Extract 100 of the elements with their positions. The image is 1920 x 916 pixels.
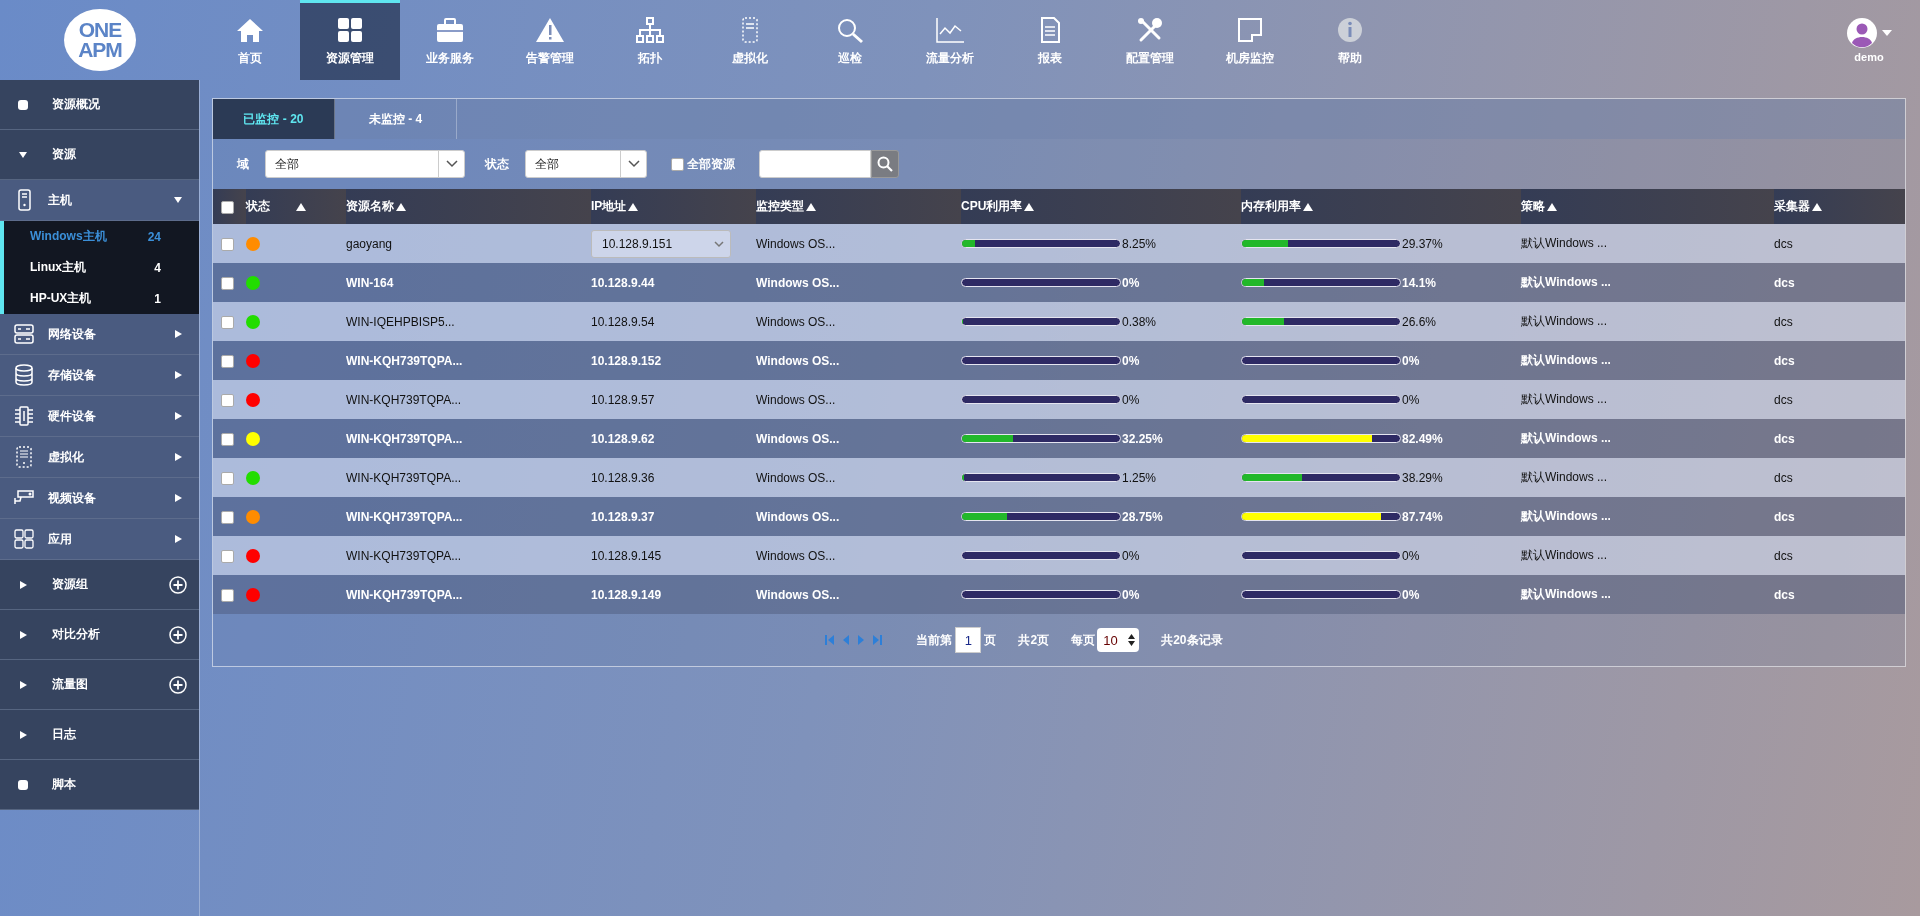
column-header[interactable]: CPU利用率 [961,198,1023,215]
sidebar-subitem[interactable]: HP-UX主机 1 [0,283,199,314]
sort-icon[interactable] [396,202,406,211]
percent-text: 28.75% [1122,509,1163,524]
line-chart-icon [935,16,965,44]
page-size-select[interactable]: 10 [1097,628,1140,652]
table-cell: dcs [1774,275,1795,290]
search-icon [877,156,893,172]
column-header[interactable]: 采集器 [1774,198,1810,215]
logo-text: ONE [78,20,122,40]
table-cell: Windows OS... [756,431,840,446]
table-cell: dcs [1774,392,1793,407]
sidebar-subitem[interactable]: Linux主机 4 [0,252,199,283]
table-cell: Windows OS... [756,236,836,251]
status-select[interactable]: 全部 [525,150,647,178]
table-cell: dcs [1774,431,1795,446]
sort-icon[interactable] [1547,202,1557,211]
column-header[interactable]: 资源名称 [346,198,394,215]
filter-label: 状态 [485,155,509,173]
table-cell: 10.128.9.145 [591,548,662,563]
sidebar-item[interactable]: 资源组 [0,560,199,610]
tab[interactable]: 已监控 - 20 [213,99,335,139]
sort-icon[interactable] [1812,202,1822,211]
chevron-down-icon [627,160,640,168]
table-cell: Windows OS... [756,509,840,524]
row-checkbox[interactable] [221,276,234,290]
row-checkbox[interactable] [221,237,234,251]
sidebar-item[interactable]: 存储设备 [0,355,199,396]
sidebar-subitem[interactable]: Windows主机 24 [0,221,199,252]
pager-text: 当前第 [916,631,953,649]
column-header[interactable]: 策略 [1521,198,1545,215]
table-cell: 10.128.9.57 [591,392,655,407]
bullet-icon [18,779,28,790]
percent-text: 0% [1122,548,1140,563]
column-header[interactable]: IP地址 [591,198,627,215]
avatar-icon[interactable] [1846,17,1878,49]
percent-text: 8.25% [1122,236,1157,251]
sort-icon[interactable] [628,202,639,211]
domain-select[interactable]: 全部 [265,150,465,178]
row-checkbox[interactable] [221,588,234,602]
sort-icon[interactable] [806,202,816,211]
table-cell: WIN-KQH739TQPA... [346,470,462,485]
sidebar-item[interactable]: 资源 [0,130,199,180]
add-icon[interactable] [169,575,187,594]
sort-icon[interactable] [1303,202,1313,211]
table-cell: 10.128.9.37 [591,509,655,524]
row-checkbox[interactable] [221,315,234,329]
sidebar-item[interactable]: 视频设备 [0,478,199,519]
column-header[interactable]: 状态 [246,198,270,215]
sidebar-item[interactable]: 流量图 [0,660,199,710]
nav-item[interactable]: 资源管理 [300,0,400,80]
pager-text: 共2页 [1018,631,1050,649]
grid-icon [14,528,34,550]
table-cell: WIN-KQH739TQPA... [346,509,463,524]
sidebar-item[interactable]: 硬件设备 [0,396,199,437]
home-icon [235,16,265,44]
row-checkbox[interactable] [221,393,234,407]
sidebar-item[interactable]: 资源概况 [0,80,199,130]
sort-icon[interactable] [296,202,306,211]
stepper-arrows-icon[interactable] [1128,634,1136,646]
table-cell: dcs [1774,470,1793,485]
sidebar-item[interactable]: 主机 [0,180,199,221]
search-button[interactable] [871,150,899,178]
table-cell: 默认Windows ... [1521,353,1611,367]
row-checkbox[interactable] [221,471,234,485]
pager-text: 共20条记录 [1161,631,1223,649]
sidebar-item[interactable]: 网络设备 [0,314,199,355]
tab[interactable]: 未监控 - 4 [335,99,457,139]
add-icon[interactable] [169,675,187,694]
table-cell: WIN-KQH739TQPA... [346,587,463,602]
table-cell: WIN-KQH739TQPA... [346,392,462,407]
sidebar-item[interactable]: 应用 [0,519,199,560]
table-cell: 默认Windows ... [1521,509,1611,523]
row-checkbox[interactable] [221,510,234,524]
row-checkbox[interactable] [221,354,234,368]
briefcase-icon [435,16,465,44]
sidebar-item[interactable]: 虚拟化 [0,437,199,478]
search-icon [835,16,865,44]
checkbox[interactable] [671,157,684,171]
page-number-field[interactable]: 1 [955,627,982,653]
table-cell: 10.128.9.62 [591,431,655,446]
column-header[interactable]: 监控类型 [756,198,804,215]
table-cell: dcs [1774,353,1795,368]
percent-text: 0% [1122,392,1140,407]
select-all-checkbox[interactable] [221,200,234,214]
row-checkbox[interactable] [221,432,234,446]
table-cell: Windows OS... [756,470,836,485]
sidebar-item[interactable]: 对比分析 [0,610,199,660]
add-icon[interactable] [169,625,187,644]
search-field[interactable] [759,150,871,178]
warning-icon [535,16,565,44]
row-checkbox[interactable] [221,549,234,563]
sort-icon[interactable] [1024,202,1035,211]
ip-select[interactable]: 10.128.9.151 [591,229,731,258]
table-cell: 默认Windows ... [1521,431,1611,445]
column-header[interactable]: 内存利用率 [1241,198,1301,215]
sidebar-item[interactable]: 脚本 [0,760,199,810]
caret-icon[interactable] [1882,30,1892,36]
monitor-icon [1235,16,1265,44]
sidebar-item[interactable]: 日志 [0,710,199,760]
